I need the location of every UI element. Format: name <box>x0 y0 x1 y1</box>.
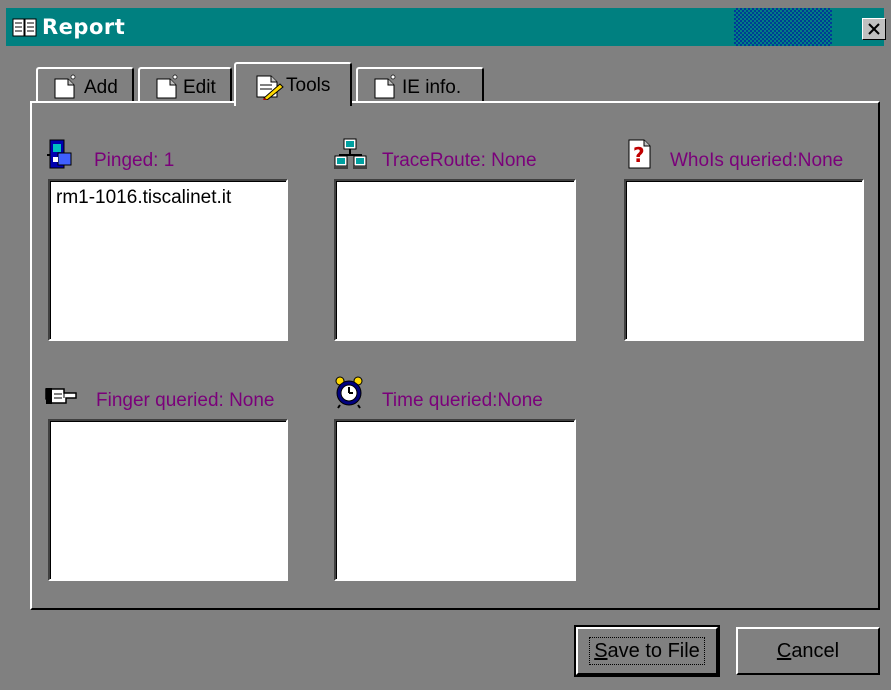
report-app-icon <box>12 18 37 37</box>
tab-tools[interactable]: Tools <box>234 62 352 106</box>
save-to-file-focus: Save to File <box>589 637 705 665</box>
ping-results-list[interactable]: rm1-1016.tiscalinet.it <box>48 179 288 341</box>
tab-ie-info[interactable]: IE info. <box>356 67 484 103</box>
tab-add-label: Add <box>84 77 118 98</box>
cancel-button[interactable]: Cancel <box>736 627 880 675</box>
save-to-file-label: ave to File <box>607 640 700 662</box>
document-icon <box>54 74 76 99</box>
title-bar-dither <box>734 8 832 46</box>
cancel-label: ancel <box>791 640 840 662</box>
network-icon <box>334 138 367 169</box>
save-to-file-button[interactable]: Save to File <box>574 625 720 677</box>
title-bar[interactable]: Report <box>6 8 886 46</box>
tab-tools-label: Tools <box>286 75 331 96</box>
ping-result-item[interactable]: rm1-1016.tiscalinet.it <box>56 187 231 209</box>
finger-label: Finger queried: None <box>96 390 275 411</box>
ping-icon <box>47 139 72 169</box>
tools-tab-panel: Pinged: 1 rm1-1016.tiscalinet.it TraceRo… <box>30 101 880 610</box>
tab-ie-info-label: IE info. <box>402 77 462 98</box>
whois-label: WhoIs queried:None <box>670 150 844 171</box>
time-results-list[interactable] <box>334 419 576 581</box>
document-icon <box>374 74 396 99</box>
whois-question-icon: ? <box>628 139 651 169</box>
tab-edit[interactable]: Edit <box>138 67 232 103</box>
save-mnemonic: S <box>594 640 608 662</box>
close-icon <box>868 23 880 35</box>
tab-edit-label: Edit <box>183 77 216 98</box>
whois-results-list[interactable] <box>624 179 864 341</box>
close-button[interactable] <box>862 18 886 40</box>
report-dialog: Report Add Edit Tools IE info. Pinged: 1… <box>0 0 891 690</box>
window-title: Report <box>42 15 126 39</box>
svg-text:?: ? <box>633 143 645 167</box>
ping-label: Pinged: 1 <box>94 150 175 171</box>
finger-results-list[interactable] <box>48 419 288 581</box>
tab-add[interactable]: Add <box>36 67 134 103</box>
tools-document-icon <box>256 75 284 100</box>
document-icon <box>156 74 178 99</box>
alarm-clock-icon <box>335 376 363 409</box>
traceroute-results-list[interactable] <box>334 179 576 341</box>
cancel-mnemonic: C <box>776 640 792 662</box>
traceroute-label: TraceRoute: None <box>382 150 537 171</box>
pointing-hand-icon <box>45 388 77 404</box>
time-label: Time queried:None <box>382 390 543 411</box>
